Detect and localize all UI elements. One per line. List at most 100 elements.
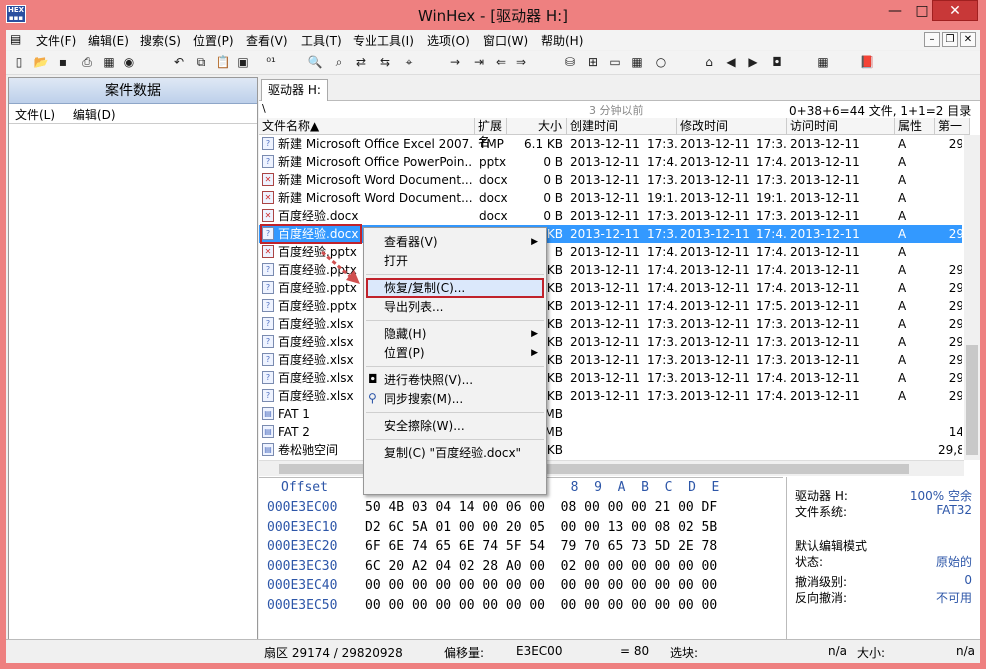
ctx-separator	[366, 439, 544, 440]
col-accessed[interactable]: 访问时间	[787, 118, 895, 135]
table-row[interactable]: ? 新建 Microsoft Office Excel 2007... TMP 6.1…	[259, 135, 962, 153]
deleted-file-icon: ✕	[262, 191, 274, 204]
snapshot-icon[interactable]: ⌂	[700, 54, 718, 71]
menu-search[interactable]: 搜索(S)	[140, 32, 181, 49]
col-filename[interactable]: 文件名称▲	[259, 118, 475, 135]
hex-bytes[interactable]: D2 6C 5A 01 00 00 20 05 00 00 13 00 08 0…	[365, 520, 717, 535]
paste-icon[interactable]: 📋	[214, 54, 232, 71]
book-icon[interactable]: 📕	[858, 54, 876, 71]
file-created-time: 17:3...	[647, 353, 677, 367]
find-text-icon[interactable]: 🔍	[306, 54, 324, 71]
calculator-icon[interactable]: ▦	[628, 54, 646, 71]
ctx-copy-name[interactable]: 复制(C) "百度经验.docx"	[384, 443, 544, 463]
back-icon[interactable]: ⇐	[492, 54, 510, 71]
menu-edit[interactable]: 编辑(E)	[88, 32, 129, 49]
replace-text-icon[interactable]: ⇄	[352, 54, 370, 71]
file-created: 2013-12-11	[570, 263, 640, 277]
ctx-open[interactable]: 打开	[384, 251, 544, 271]
mdi-minimize-button[interactable]: –	[924, 32, 940, 47]
disk-icon[interactable]: ◉	[120, 54, 138, 71]
table-row[interactable]: ✕ 新建 Microsoft Word Document.... docx 0 B 20…	[259, 171, 962, 189]
col-ext[interactable]: 扩展名	[475, 118, 507, 149]
search-icon[interactable]: ○	[652, 54, 670, 71]
ctx-hide[interactable]: 隐藏(H) ▶	[384, 324, 544, 344]
find-again-icon[interactable]: ⌖	[400, 54, 418, 71]
mdi-restore-button[interactable]: ❐	[942, 32, 958, 47]
menu-help[interactable]: 帮助(H)	[541, 32, 583, 49]
ctx-viewer[interactable]: 查看器(V) ▶	[384, 232, 544, 252]
menu-window[interactable]: 窗口(W)	[483, 32, 528, 49]
minimize-button[interactable]: —	[880, 0, 910, 22]
next-icon[interactable]: ▶	[744, 54, 762, 71]
ctx-export-list[interactable]: 导出列表...	[384, 297, 544, 317]
replace-hex-icon[interactable]: ⇆	[376, 54, 394, 71]
ctx-recover-copy[interactable]: 恢复/复制(C)...	[384, 278, 544, 298]
goto-sector-icon[interactable]: ⇥	[470, 54, 488, 71]
file-attr: A	[898, 263, 907, 277]
col-size[interactable]: 大小	[507, 118, 567, 135]
title-bar[interactable]: HEX ▪▪▪ WinHex - [驱动器 H:] — □ ✕	[0, 0, 986, 30]
ctx-sync-search[interactable]: 同步搜索(M)...	[384, 389, 544, 409]
hex-bytes[interactable]: 00 00 00 00 00 00 00 00 00 00 00 00 00 0…	[365, 578, 717, 593]
copy-icon[interactable]: ⧉	[192, 54, 210, 71]
mdi-close-button[interactable]: ✕	[960, 32, 976, 47]
file-modified: 2013-12-11	[680, 389, 750, 403]
menu-options[interactable]: 选项(O)	[427, 32, 470, 49]
menu-view[interactable]: 查看(V)	[246, 32, 288, 49]
menu-file[interactable]: 文件(F)	[36, 32, 76, 49]
hex-editor[interactable]: Offset 0 1 2 3 4 5 6 7 8 9 A B C D E 000…	[259, 477, 783, 651]
hex-bytes[interactable]: 6C 20 A2 04 02 28 A0 00 02 00 00 00 00 0…	[365, 559, 717, 574]
menu-pro-tools[interactable]: 专业工具(I)	[353, 32, 414, 49]
file-attr: A	[898, 317, 907, 331]
ctx-volume-snapshot[interactable]: 进行卷快照(V)...	[384, 370, 544, 390]
open-folder-icon[interactable]: 📂	[32, 54, 50, 71]
ram-icon[interactable]: ▭	[606, 54, 624, 71]
file-list-vscroll[interactable]	[964, 135, 980, 460]
camera-icon[interactable]: ◘	[768, 54, 786, 71]
print-icon[interactable]: ⎙	[78, 54, 96, 71]
col-created[interactable]: 创建时间	[567, 118, 677, 135]
network-icon[interactable]: ⊞	[584, 54, 602, 71]
hex-bytes[interactable]: 00 00 00 00 00 00 00 00 00 00 00 00 00 0…	[365, 598, 717, 613]
hex-bytes[interactable]: 6F 6E 74 65 6E 74 5F 54 79 70 65 73 5D 2…	[365, 539, 717, 554]
menu-position[interactable]: 位置(P)	[193, 32, 234, 49]
binary-icon[interactable]: ⁰¹	[262, 54, 280, 71]
hex-bytes[interactable]: 50 4B 03 04 14 00 06 00 08 00 00 00 21 0…	[365, 500, 717, 515]
maximize-button[interactable]: □	[910, 0, 934, 22]
new-file-icon[interactable]: ▯	[10, 54, 28, 71]
case-menu-file[interactable]: 文件(L)	[15, 108, 55, 122]
col-modified[interactable]: 修改时间	[677, 118, 787, 135]
goto-offset-icon[interactable]: →	[446, 54, 464, 71]
close-button[interactable]: ✕	[932, 0, 978, 21]
file-attr: A	[898, 173, 907, 187]
find-hex-icon[interactable]: ⌕	[330, 54, 348, 71]
table-row[interactable]: ? 新建 Microsoft Office PowerPoin... pptx 0 B…	[259, 153, 962, 171]
file-modified-time: 17:4...	[756, 245, 786, 259]
file-modified: 2013-12-11	[680, 209, 750, 223]
table-row[interactable]: ✕百度经验.docxdocx0 B2013-12-1117:3...2013-1…	[259, 207, 962, 225]
table-row[interactable]: ✕ 新建 Microsoft Word Document.... docx 0 B 20…	[259, 189, 962, 207]
forward-icon[interactable]: ⇒	[512, 54, 530, 71]
info-mode-label: 默认编辑模式	[795, 539, 868, 553]
file-attr: A	[898, 191, 907, 205]
properties-icon[interactable]: ▦	[100, 54, 118, 71]
undo-icon[interactable]: ↶	[170, 54, 188, 71]
ctx-hide-label: 隐藏(H)	[384, 327, 427, 341]
file-size: 0 B	[543, 155, 563, 169]
col-attr[interactable]: 属性	[895, 118, 935, 135]
grid-icon[interactable]: ▦	[814, 54, 832, 71]
disk-tools-icon[interactable]: ⛁	[561, 54, 579, 71]
file-modified: 2013-12-11	[680, 353, 750, 367]
case-menu-edit[interactable]: 编辑(D)	[73, 108, 116, 122]
ctx-secure-wipe[interactable]: 安全擦除(W)...	[384, 416, 544, 436]
save-icon[interactable]: ▪	[54, 54, 72, 71]
tab-drive-h[interactable]: 驱动器 H:	[261, 79, 328, 101]
col-first[interactable]: 第一	[935, 118, 970, 135]
file-name: 新建 Microsoft Office Excel 2007...	[278, 137, 473, 151]
status-offset-label: 偏移量:	[444, 646, 485, 660]
menu-tools[interactable]: 工具(T)	[301, 32, 342, 49]
prev-icon[interactable]: ◀	[722, 54, 740, 71]
clipboard-icon[interactable]: ▣	[234, 54, 252, 71]
ctx-position[interactable]: 位置(P) ▶	[384, 343, 544, 363]
unknown-file-icon: ?	[262, 263, 274, 276]
